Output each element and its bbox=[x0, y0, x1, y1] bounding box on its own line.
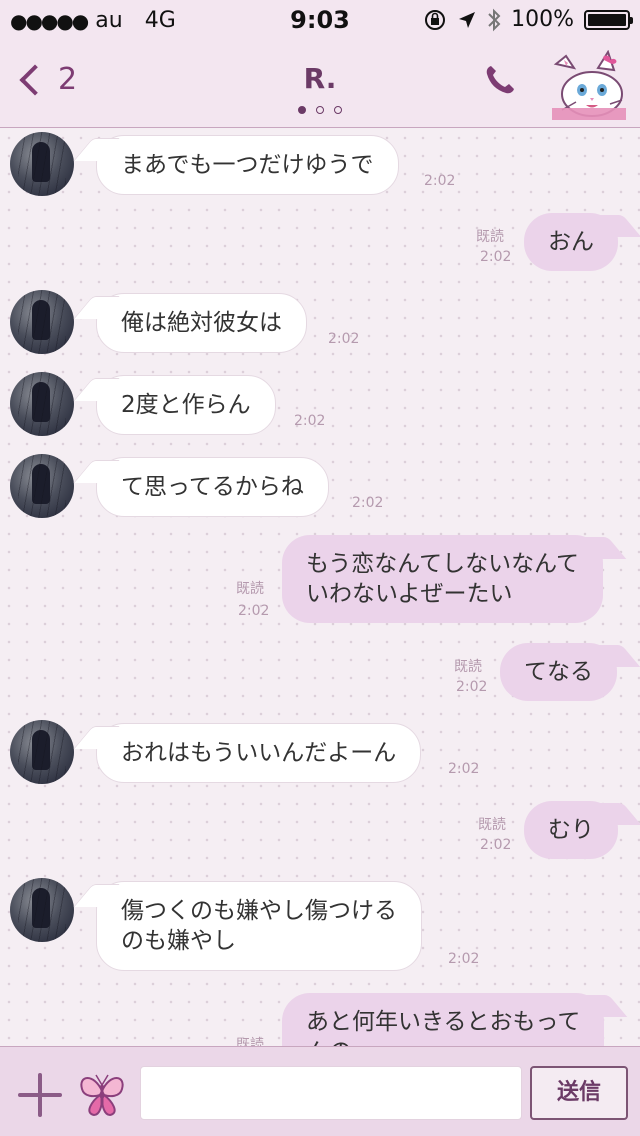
location-arrow-icon bbox=[459, 11, 476, 28]
battery-percentage: 100% bbox=[511, 7, 574, 32]
message-line: もう恋なんてしないなんて bbox=[306, 551, 580, 577]
contact-avatar[interactable] bbox=[10, 878, 74, 942]
message-bubble-incoming[interactable]: 俺は絶対彼女は bbox=[96, 293, 307, 353]
message-time: 2:02 bbox=[424, 173, 456, 189]
message-bubble-outgoing[interactable]: もう恋なんてしないなんて いわないよぜーたい bbox=[282, 535, 604, 623]
message-time: 2:02 bbox=[480, 837, 512, 853]
message-line: あと何年いきるとおもって bbox=[306, 1009, 581, 1035]
read-status: 既読 bbox=[236, 581, 264, 597]
rotation-lock-icon bbox=[425, 9, 446, 30]
message-bubble-incoming[interactable]: おれはもういいんだよーん bbox=[96, 723, 422, 783]
message-input[interactable] bbox=[140, 1066, 522, 1120]
read-status: 既読 bbox=[478, 817, 506, 833]
message-time: 2:02 bbox=[448, 951, 480, 967]
message-time: 2:02 bbox=[448, 761, 480, 777]
page-indicator bbox=[0, 106, 640, 114]
input-bar: 送信 bbox=[0, 1046, 640, 1136]
message-time: 2:02 bbox=[456, 679, 488, 695]
read-status: 既読 bbox=[454, 659, 482, 675]
status-bar: ●●●●● au 4G 9:03 100% bbox=[0, 0, 640, 40]
message-time: 2:02 bbox=[238, 603, 270, 619]
phone-icon[interactable] bbox=[482, 62, 518, 98]
message-bubble-incoming[interactable]: て思ってるからね bbox=[96, 457, 329, 517]
chat-area[interactable]: まあでも一つだけゆうで 2:02 既読 2:02 おん 俺は絶対彼女は 2:02… bbox=[0, 129, 640, 1046]
read-status: 既読 bbox=[236, 1037, 264, 1046]
message-time: 2:02 bbox=[328, 331, 360, 347]
contact-avatar[interactable] bbox=[10, 290, 74, 354]
chat-header: 2 R. bbox=[0, 40, 640, 128]
plus-icon[interactable] bbox=[18, 1073, 62, 1117]
read-status: 既読 bbox=[476, 229, 504, 245]
message-time: 2:02 bbox=[352, 495, 384, 511]
message-bubble-outgoing[interactable]: おん bbox=[524, 213, 618, 271]
battery-icon bbox=[584, 9, 633, 30]
contact-avatar[interactable] bbox=[10, 454, 74, 518]
message-time: 2:02 bbox=[294, 413, 326, 429]
message-line: 傷つくのも嫌やし傷つける bbox=[121, 898, 397, 924]
message-time: 2:02 bbox=[480, 249, 512, 265]
send-button[interactable]: 送信 bbox=[530, 1066, 628, 1120]
message-bubble-incoming[interactable]: まあでも一つだけゆうで bbox=[96, 135, 399, 195]
bluetooth-icon bbox=[488, 8, 501, 31]
cat-theme-icon[interactable] bbox=[552, 50, 626, 120]
message-line: んの bbox=[306, 1037, 580, 1046]
chat-title[interactable]: R. bbox=[0, 62, 640, 95]
contact-avatar[interactable] bbox=[10, 372, 74, 436]
message-bubble-outgoing[interactable]: あと何年いきるとおもって んの bbox=[282, 993, 605, 1046]
message-bubble-incoming[interactable]: 2度と作らん bbox=[96, 375, 276, 435]
message-bubble-outgoing[interactable]: てなる bbox=[500, 643, 617, 701]
message-bubble-outgoing[interactable]: むり bbox=[524, 801, 618, 859]
message-line: いわないよぜーたい bbox=[306, 581, 513, 607]
contact-avatar[interactable] bbox=[10, 720, 74, 784]
butterfly-sticker-icon[interactable] bbox=[76, 1069, 128, 1119]
message-line: のも嫌やし bbox=[121, 928, 236, 954]
message-bubble-incoming[interactable]: 傷つくのも嫌やし傷つける のも嫌やし bbox=[96, 881, 422, 971]
contact-avatar[interactable] bbox=[10, 132, 74, 196]
